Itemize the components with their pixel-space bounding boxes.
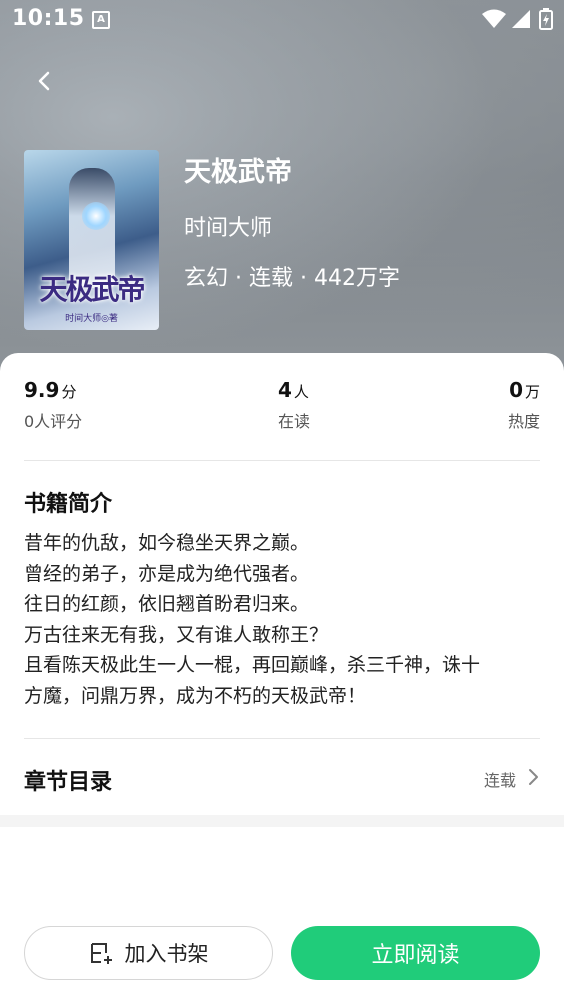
- intro-divider: [24, 738, 540, 739]
- book-title: 天极武帝: [184, 157, 292, 188]
- intro-line: 曾经的弟子，亦是成为绝代强者。: [24, 562, 310, 585]
- read-now-button[interactable]: 立即阅读: [291, 926, 540, 980]
- wifi-icon: [482, 9, 506, 28]
- stats-divider: [24, 460, 540, 461]
- intro-text: 昔年的仇敌，如今稳坐天界之巅。 曾经的弟子，亦是成为绝代强者。 往日的红颜，依旧…: [24, 528, 544, 711]
- intro-line: 方魔，问鼎万界，成为不朽的天极武帝！: [24, 684, 367, 707]
- cover-glow: [82, 202, 110, 230]
- add-to-shelf-label: 加入书架: [124, 942, 209, 966]
- rating-value: 9.9: [24, 378, 60, 402]
- heat-label: 热度: [507, 412, 540, 431]
- book-meta: 玄幻 · 连载 · 442万字: [184, 266, 400, 291]
- rating-unit: 分: [61, 383, 77, 401]
- back-button[interactable]: [30, 66, 60, 96]
- readers-label: 在读: [278, 412, 311, 431]
- rating-label: 0人评分: [24, 412, 83, 431]
- readers-stat: 4人 在读: [278, 378, 310, 432]
- chevron-right-icon: [529, 769, 538, 785]
- battery-charging-icon: [539, 8, 553, 30]
- readers-unit: 人: [293, 383, 309, 401]
- cover-title-art: 天极武帝: [39, 273, 145, 306]
- heat-stat: 0万 热度: [508, 378, 540, 432]
- chevron-left-icon: [38, 71, 50, 91]
- add-to-shelf-button[interactable]: 加入书架: [24, 926, 273, 980]
- readers-value: 4: [278, 378, 292, 402]
- section-gap: [0, 815, 564, 827]
- heat-value: 0: [509, 378, 523, 402]
- book-cover: 天极武帝 时间大师◎著: [24, 150, 159, 330]
- read-now-label: 立即阅读: [371, 943, 460, 968]
- intro-line: 且看陈天极此生一人一棍，再回巅峰，杀三千神，诛十: [24, 654, 481, 676]
- rating-stat: 9.9 分 0人评分: [24, 378, 82, 432]
- signal-icon: [512, 10, 530, 28]
- notification-app-icon: A: [92, 11, 110, 29]
- status-time: 10:15: [12, 6, 85, 31]
- status-bar: 10:15 A: [0, 0, 564, 40]
- intro-line: 往日的红颜，依旧翘首盼君归来。: [24, 593, 310, 615]
- intro-line: 万古往来无有我，又有谁人敢称王？: [24, 623, 329, 646]
- chapter-status: 连载: [483, 771, 516, 790]
- intro-line: 昔年的仇敌，如今稳坐天界之巅。: [24, 532, 310, 554]
- cover-author-art: 时间大师◎著: [65, 314, 118, 324]
- heat-unit: 万: [524, 383, 540, 401]
- chapter-heading: 章节目录: [24, 770, 113, 795]
- intro-heading: 书籍简介: [24, 492, 113, 517]
- bookshelf-add-icon: [90, 943, 112, 964]
- book-author[interactable]: 时间大师: [184, 210, 272, 242]
